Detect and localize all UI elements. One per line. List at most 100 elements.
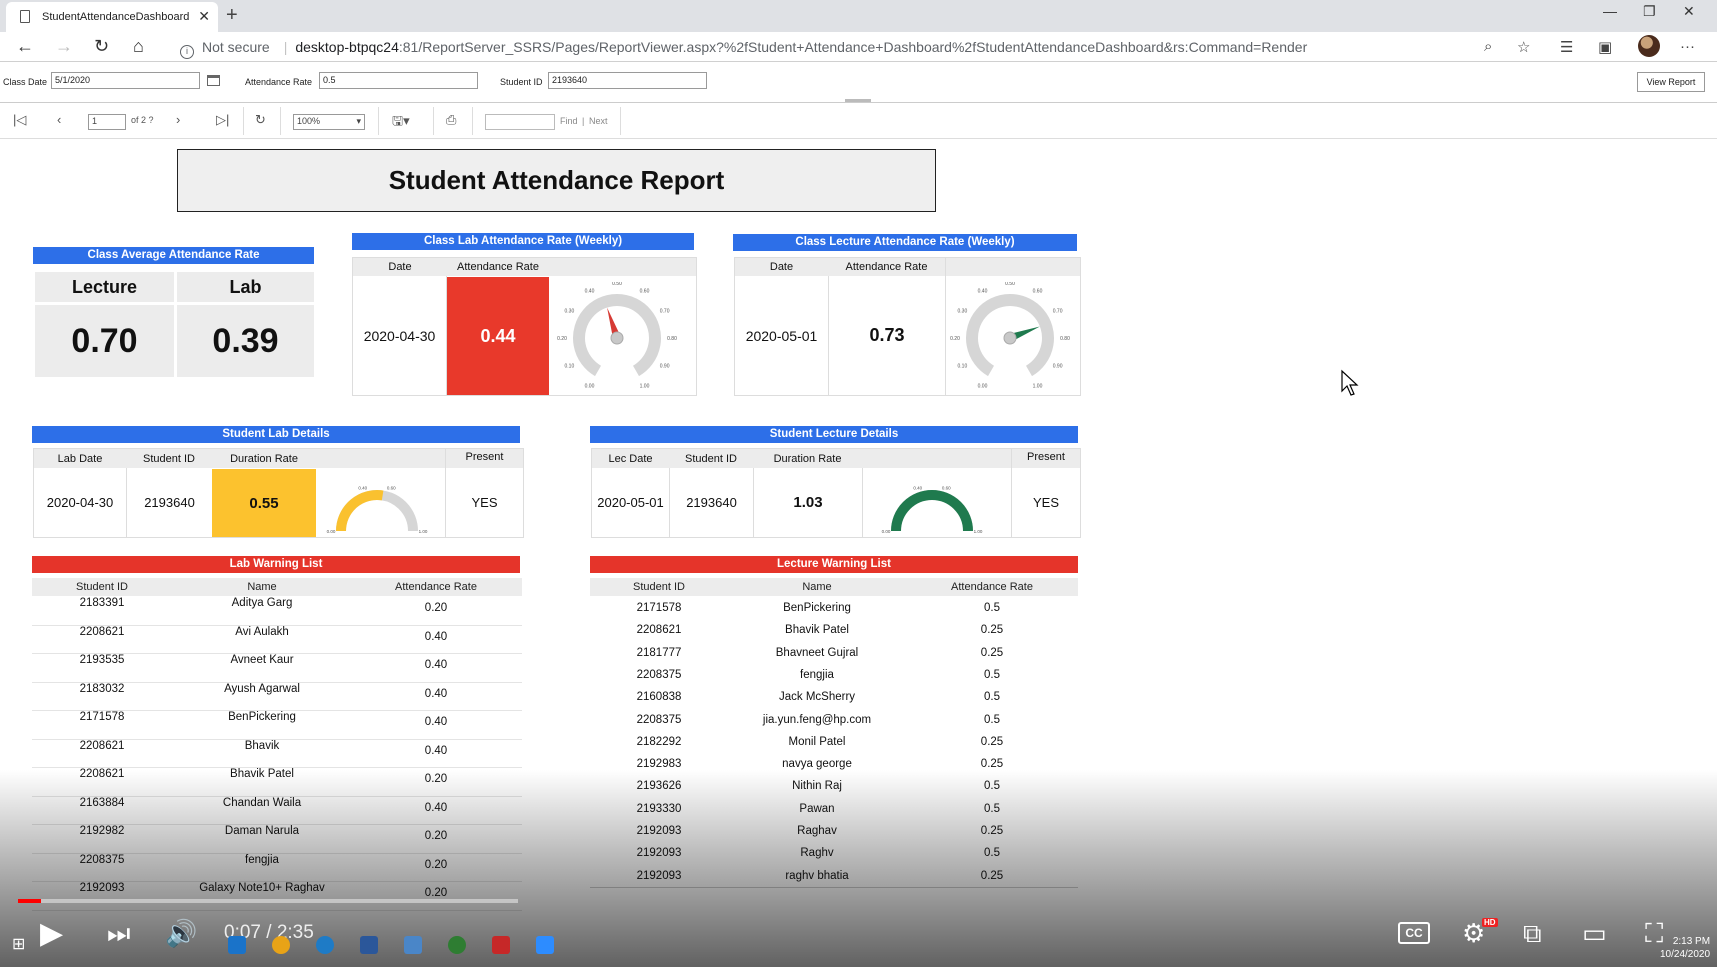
save-icon[interactable]: 🖫▾ xyxy=(392,112,410,134)
home-icon[interactable]: ⌂ xyxy=(133,36,144,57)
lecture-warning-columns: Student ID Name Attendance Rate xyxy=(590,578,1078,596)
attendance-rate-input[interactable]: 0.5 xyxy=(319,72,478,89)
col-student-id: Student ID xyxy=(685,452,737,465)
close-window-icon[interactable]: ✕ xyxy=(1683,3,1695,20)
col-name: Name xyxy=(802,581,832,593)
mail-app-icon[interactable] xyxy=(228,936,246,954)
table-row: 2192093 raghv bhatia 0.25 xyxy=(590,870,1078,892)
gauge-tick-label: 0.00 xyxy=(327,529,336,534)
calendar-icon[interactable] xyxy=(207,75,220,86)
cell-name: fengjia xyxy=(800,668,834,681)
cell-name: Bhavneet Gujral xyxy=(775,646,859,659)
cell-rate: 0.40 xyxy=(424,716,448,728)
cell-id: 2208375 xyxy=(79,853,125,866)
zoom-app-icon[interactable] xyxy=(536,936,554,954)
cell-id: 2192093 xyxy=(636,825,682,837)
favorite-star-icon[interactable]: ☆ xyxy=(1517,38,1530,56)
captions-button[interactable]: CC xyxy=(1398,922,1430,944)
refresh-report-icon[interactable]: ↻ xyxy=(255,112,266,128)
table-row: 2192982 Daman Narula 0.20 xyxy=(32,825,522,854)
play-icon[interactable]: ▶ xyxy=(40,916,63,951)
lab-duration-gauge: 0.00 0.40 0.60 1.00 xyxy=(327,485,428,534)
gauge-tick-label: 0.10 xyxy=(565,364,575,370)
table-row: 2192093 Raghav 0.25 xyxy=(590,825,1078,847)
cell-id: 2193330 xyxy=(636,802,682,815)
gauge-tick-label: 0.60 xyxy=(387,485,396,490)
more-menu-icon[interactable]: ··· xyxy=(1680,38,1695,55)
theater-mode-icon[interactable]: ▭ xyxy=(1582,918,1607,949)
url-field[interactable]: i Not secure | desktop-btpqc24:81/ReportSer… xyxy=(180,39,1307,59)
print-icon[interactable]: ⎙ xyxy=(446,112,456,128)
miniplayer-icon[interactable]: ⧉ xyxy=(1523,918,1542,950)
volume-icon[interactable]: 🔊 xyxy=(165,918,197,949)
gauge-group: 0.00 0.10 0.20 0.30 0.40 0.50 0.60 0.70 0.80 0.90… xyxy=(557,282,677,390)
cell-rate: 0.40 xyxy=(424,801,448,814)
windows-start-icon[interactable]: ⊞ xyxy=(12,934,25,954)
first-page-icon[interactable]: |◁ xyxy=(13,112,26,128)
app-icon[interactable] xyxy=(404,936,422,954)
table-row: 2183032 Ayush Agarwal 0.40 xyxy=(32,683,522,711)
next-video-icon[interactable]: ⏭ xyxy=(107,918,130,950)
cell-name: Bhavik Patel xyxy=(785,624,849,637)
toolbar-divider xyxy=(378,107,379,135)
find-link[interactable]: Find xyxy=(560,116,578,126)
previous-page-icon[interactable]: ‹ xyxy=(57,112,61,127)
cell-id: 2183391 xyxy=(79,597,125,609)
url-host: desktop-btpqc24 xyxy=(295,39,399,55)
profile-avatar[interactable] xyxy=(1638,35,1660,57)
report-toolbar: |◁ ‹ 1 of 2 ? › ▷| ↻ 100% ▾ 🖫▾ ⎙ Find | N… xyxy=(0,103,1717,139)
gauge-tick-label: 0.20 xyxy=(557,336,567,342)
chrome-app-icon[interactable] xyxy=(272,936,290,954)
minimize-icon[interactable]: — xyxy=(1603,3,1617,19)
parameter-splitter-handle[interactable] xyxy=(845,99,871,102)
class-date-input[interactable]: 5/1/2020 xyxy=(51,72,200,89)
next-page-icon[interactable]: › xyxy=(176,112,180,127)
cell-id: 2192093 xyxy=(636,869,682,882)
zoom-icon[interactable]: ⌕ xyxy=(1484,38,1492,55)
lec-student-id-value: 2193640 xyxy=(686,495,737,510)
gauge-tick-label: 0.70 xyxy=(1053,309,1063,315)
cell-name: Avi Aulakh xyxy=(235,625,289,638)
forward-icon[interactable]: → xyxy=(55,36,73,57)
info-icon[interactable]: i xyxy=(180,45,194,59)
view-report-button[interactable]: View Report xyxy=(1637,72,1705,92)
back-icon[interactable]: ← xyxy=(16,36,34,57)
mouse-cursor-icon xyxy=(1341,369,1359,396)
col-lab-date: Lab Date xyxy=(57,452,103,465)
browser-tab[interactable]: StudentAttendanceDashboard - ✕ xyxy=(6,2,218,32)
lab-student-id-value: 2193640 xyxy=(144,495,195,510)
table-row: 2208621 Bhavik 0.40 xyxy=(32,740,522,768)
collections-icon[interactable]: ▣ xyxy=(1598,38,1612,56)
student-id-input[interactable]: 2193640 xyxy=(548,72,707,89)
new-tab-icon[interactable]: + xyxy=(226,4,238,27)
student-lab-details-header: Student Lab Details xyxy=(32,426,520,443)
zoom-value: 100% xyxy=(297,116,321,126)
app-icon[interactable] xyxy=(448,936,466,954)
zoom-select[interactable]: 100% ▾ xyxy=(293,114,365,130)
refresh-icon[interactable]: ↻ xyxy=(94,36,109,57)
video-progress-bar[interactable] xyxy=(18,899,518,903)
cell-id: 2208621 xyxy=(79,768,125,780)
lec-present-value: YES xyxy=(1032,495,1059,510)
pdf-app-icon[interactable] xyxy=(492,936,510,954)
col-date: Date xyxy=(769,261,794,273)
cell-id: 2192093 xyxy=(636,847,682,860)
next-link[interactable]: Next xyxy=(589,116,608,126)
edge-app-icon[interactable] xyxy=(316,936,334,954)
col-present: Present xyxy=(1027,451,1065,463)
cell-name: Pawan xyxy=(799,802,835,815)
favorites-list-icon[interactable]: ☰ xyxy=(1560,38,1573,56)
cell-rate: 0.40 xyxy=(424,659,448,671)
cell-id: 2208375 xyxy=(636,668,682,681)
col-lec-date: Lec Date xyxy=(608,452,653,465)
word-app-icon[interactable] xyxy=(360,936,378,954)
cell-rate: 0.5 xyxy=(984,691,1000,704)
close-tab-icon[interactable]: ✕ xyxy=(198,8,210,25)
gauge-group: 0.00 0.40 0.60 1.00 xyxy=(327,485,428,534)
last-page-icon[interactable]: ▷| xyxy=(216,112,229,128)
report-parameters: Class Date 5/1/2020 Attendance Rate 0.5 … xyxy=(0,63,1717,103)
page-number-input[interactable]: 1 xyxy=(88,114,126,130)
col-attendance-rate: Attendance Rate xyxy=(951,581,1033,593)
find-input[interactable] xyxy=(485,114,555,130)
restore-icon[interactable]: ❐ xyxy=(1643,3,1656,20)
